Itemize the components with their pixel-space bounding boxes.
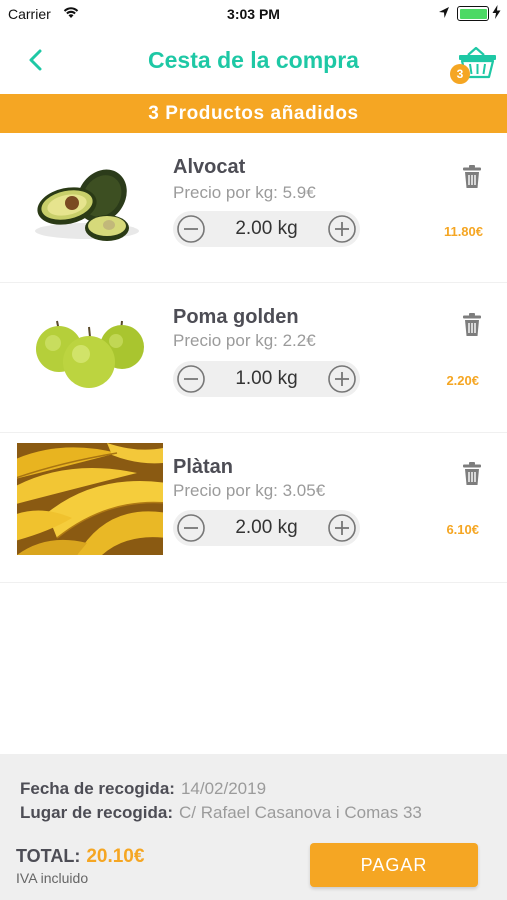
quantity-stepper: 2.00 kg (173, 211, 360, 247)
vat-note: IVA incluido (16, 870, 89, 886)
checkout-footer: Fecha de recogida: 14/02/2019 Lugar de re… (0, 754, 507, 900)
product-line-total: 11.80€ (443, 224, 483, 239)
nav-bar: Cesta de la compra 3 (0, 28, 507, 94)
minus-circle-icon[interactable] (176, 513, 206, 543)
order-total: TOTAL: 20.10€ (16, 846, 144, 868)
list-item: Alvocat Precio por kg: 5.9€ 2.00 kg 11.8… (0, 133, 507, 283)
product-name: Poma golden (173, 306, 299, 328)
trash-icon[interactable] (461, 461, 483, 487)
page-title: Cesta de la compra (148, 47, 359, 73)
pickup-place-value: C/ Rafael Casanova i Comas 33 (179, 803, 422, 822)
trash-icon[interactable] (461, 312, 483, 338)
product-name: Alvocat (173, 156, 246, 178)
pickup-place-row: Lugar de recogida: C/ Rafael Casanova i C… (20, 803, 422, 823)
bananas-image (6, 443, 168, 555)
battery-icon (457, 6, 489, 21)
shopping-cart-screen: Carrier 3:03 PM Cesta de la compra 3 3 P… (0, 0, 507, 900)
list-item: Poma golden Precio por kg: 2.2€ 1.00 kg … (0, 283, 507, 433)
avocado-image (17, 151, 163, 263)
pickup-date-label: Fecha de recogida: (20, 779, 175, 798)
list-item: Plàtan Precio por kg: 3.05€ 2.00 kg 6.10… (0, 433, 507, 583)
products-added-banner: 3 Productos añadidos (0, 94, 507, 133)
pickup-date-value: 14/02/2019 (180, 779, 267, 798)
quantity-value: 2.00 kg (235, 218, 298, 239)
clock: 3:03 PM (227, 6, 280, 22)
quantity-value: 2.00 kg (235, 517, 298, 538)
plus-circle-icon[interactable] (327, 214, 357, 244)
total-amount: 20.10€ (86, 846, 145, 867)
minus-circle-icon[interactable] (176, 364, 206, 394)
plus-circle-icon[interactable] (327, 364, 357, 394)
green-apples-image (17, 301, 163, 413)
pay-button[interactable]: PAGAR (310, 843, 478, 887)
pickup-date-row: Fecha de recogida: 14/02/2019 (20, 779, 266, 799)
product-unit-price: Precio por kg: 3.05€ (173, 481, 326, 500)
product-unit-price: Precio por kg: 2.2€ (173, 331, 316, 350)
quantity-value: 1.00 kg (235, 368, 298, 389)
product-unit-price: Precio por kg: 5.9€ (173, 183, 316, 202)
plus-circle-icon[interactable] (327, 513, 357, 543)
location-icon (438, 6, 450, 22)
status-bar: Carrier 3:03 PM (0, 0, 507, 28)
minus-circle-icon[interactable] (176, 214, 206, 244)
product-name: Plàtan (173, 456, 234, 478)
quantity-stepper: 1.00 kg (173, 361, 360, 397)
cart-count-badge: 3 (450, 64, 470, 84)
product-line-total: 2.20€ (446, 373, 479, 388)
pickup-place-label: Lugar de recogida: (20, 803, 174, 822)
product-line-total: 6.10€ (446, 522, 479, 537)
quantity-stepper: 2.00 kg (173, 510, 360, 546)
trash-icon[interactable] (461, 164, 483, 190)
total-label: TOTAL: (16, 846, 81, 866)
charging-icon (492, 5, 501, 22)
